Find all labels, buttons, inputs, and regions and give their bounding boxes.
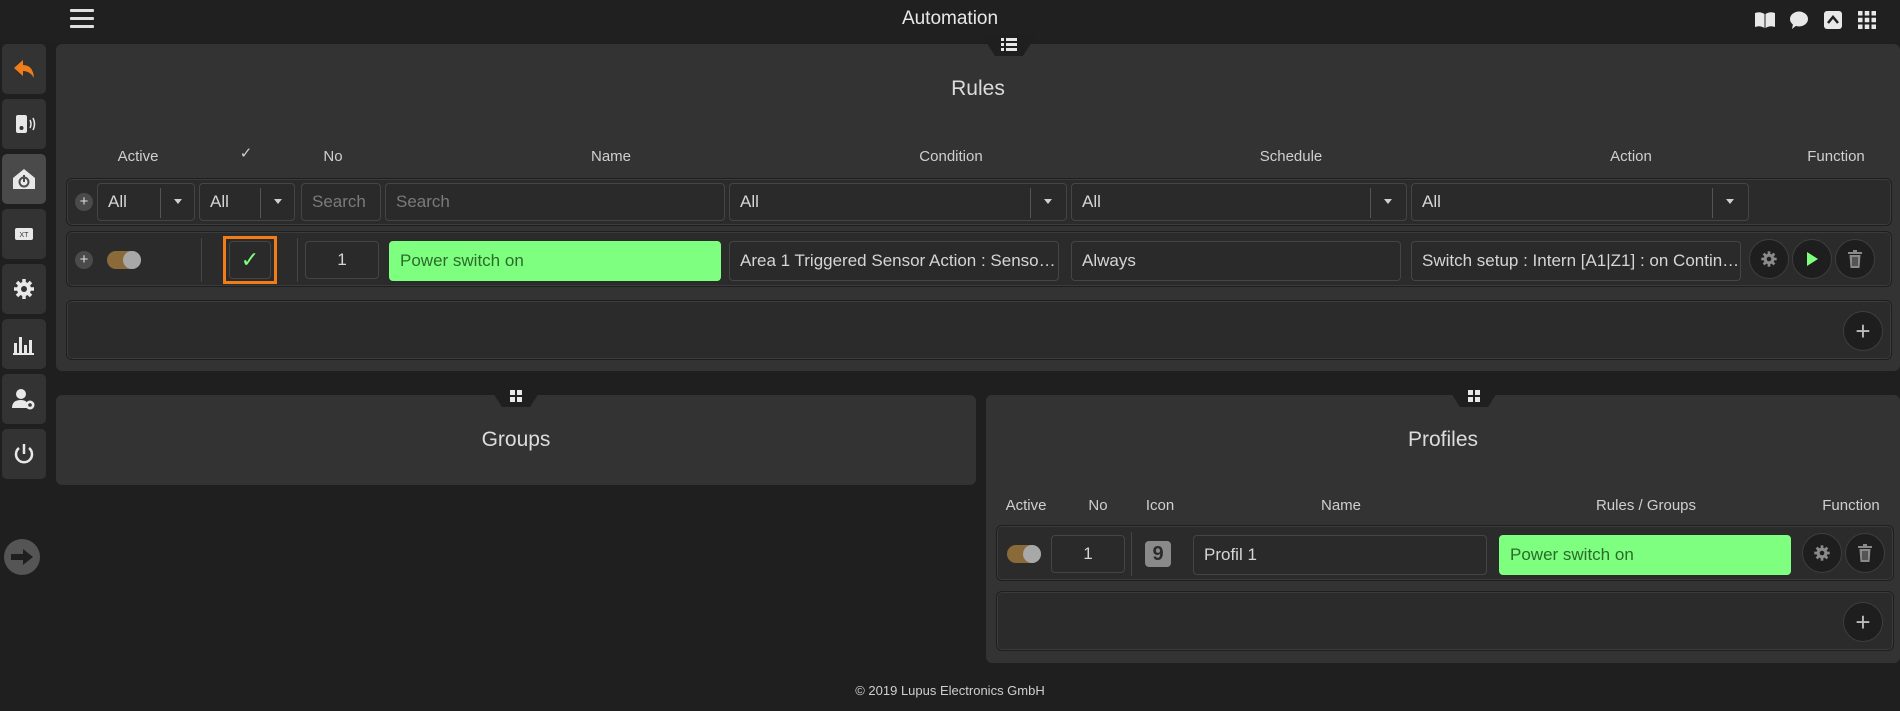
profile-active-toggle[interactable]	[1007, 545, 1041, 563]
filter-action-select[interactable]: All	[1411, 183, 1749, 221]
add-profile-row: +	[996, 591, 1894, 651]
col-active: Active	[117, 148, 159, 165]
add-rule-button[interactable]: +	[1843, 311, 1883, 351]
rule-checked-box[interactable]: ✓	[229, 241, 271, 279]
col-icon: Icon	[1145, 497, 1175, 514]
book-icon[interactable]	[1754, 10, 1776, 30]
col-check: ✓	[239, 145, 253, 162]
sidebar-settings[interactable]	[2, 264, 46, 314]
groups-panel: Groups	[56, 385, 976, 485]
profile-rules-groups[interactable]: Power switch on	[1499, 535, 1791, 575]
filter-active-select[interactable]: All	[97, 183, 195, 221]
profile-icon[interactable]: 9	[1145, 541, 1171, 567]
rules-title: Rules	[951, 77, 1005, 100]
rule-name[interactable]: Power switch on	[389, 241, 721, 281]
rule-number: 1	[305, 241, 379, 279]
rule-row: + ✓ 1 Power switch on Area 1 Triggered S…	[66, 231, 1892, 287]
power-icon	[14, 444, 34, 464]
chat-icon[interactable]	[1788, 10, 1810, 30]
top-icons	[1754, 10, 1878, 30]
col-function: Function	[1807, 148, 1865, 165]
rule-run-button[interactable]	[1792, 239, 1832, 279]
sidebar-automation[interactable]	[2, 154, 46, 204]
expand-all-button[interactable]: +	[75, 193, 93, 211]
rule-action[interactable]: Switch setup : Intern [A1|Z1] : on Conti…	[1411, 241, 1741, 281]
col-no: No	[323, 148, 343, 165]
col-name: Name	[1320, 497, 1361, 514]
sidebar-devices[interactable]	[2, 99, 46, 149]
col-rules-groups: Rules / Groups	[1595, 497, 1697, 514]
user-settings-icon	[12, 389, 35, 410]
col-no: No	[1088, 497, 1108, 514]
gear-icon	[1761, 251, 1777, 267]
rule-schedule[interactable]: Always	[1071, 241, 1401, 281]
svg-text:XT: XT	[20, 232, 30, 239]
rule-active-toggle[interactable]	[107, 251, 141, 269]
sidebar-rf[interactable]: XT	[2, 209, 46, 259]
add-rule-row: +	[66, 300, 1892, 360]
expand-rule-button[interactable]: +	[75, 251, 93, 269]
profile-row: 1 9 Profil 1 Power switch on	[996, 525, 1894, 581]
trash-icon	[1848, 250, 1862, 268]
back-icon	[14, 60, 34, 78]
groups-title: Groups	[481, 428, 551, 451]
grid-icon	[488, 385, 544, 407]
profile-number: 1	[1051, 535, 1125, 573]
sidebar-back[interactable]	[2, 44, 46, 94]
sidebar-logout[interactable]	[2, 429, 46, 479]
arrow-right-icon[interactable]	[4, 539, 40, 575]
rule-condition[interactable]: Area 1 Triggered Sensor Action : Sensor …	[729, 241, 1059, 281]
sidebar-statistics[interactable]	[2, 319, 46, 369]
sidebar-users[interactable]	[2, 374, 46, 424]
page-title: Automation	[901, 8, 999, 29]
filter-check-select[interactable]: All	[199, 183, 295, 221]
chart-icon	[13, 337, 34, 355]
list-icon	[981, 34, 1037, 56]
profile-name[interactable]: Profil 1	[1193, 535, 1487, 575]
footer-copyright: © 2019 Lupus Electronics GmbH	[855, 683, 1045, 698]
gear-icon	[1814, 545, 1830, 561]
home-power-icon	[13, 169, 35, 189]
grid-icon	[1446, 385, 1502, 407]
filter-schedule-select[interactable]: All	[1071, 183, 1407, 221]
filter-no-search[interactable]: Search	[301, 183, 381, 221]
profile-delete-button[interactable]	[1845, 533, 1885, 573]
play-icon	[1807, 252, 1818, 266]
profiles-panel: Profiles Active No Icon Name Rules / Gro…	[986, 385, 1900, 663]
rule-delete-button[interactable]	[1835, 239, 1875, 279]
filter-condition-select[interactable]: All	[729, 183, 1067, 221]
gear-icon	[14, 279, 34, 299]
profiles-title: Profiles	[1407, 428, 1479, 451]
filter-row: + All All Search Search All All All	[66, 178, 1892, 226]
expand-up-icon[interactable]	[1822, 10, 1844, 30]
col-function: Function	[1822, 497, 1880, 514]
rf-icon: XT	[15, 228, 33, 240]
col-active: Active	[1005, 497, 1047, 514]
filter-name-search[interactable]: Search	[385, 183, 725, 221]
rules-panel: Rules Active ✓ No Name Condition Schedul…	[56, 34, 1900, 371]
top-bar: Automation	[0, 0, 1900, 42]
profile-settings-button[interactable]	[1802, 533, 1842, 573]
device-icon	[16, 115, 36, 133]
apps-grid-icon[interactable]	[1856, 10, 1878, 30]
trash-icon	[1858, 544, 1872, 562]
rule-settings-button[interactable]	[1749, 239, 1789, 279]
add-profile-button[interactable]: +	[1843, 602, 1883, 642]
